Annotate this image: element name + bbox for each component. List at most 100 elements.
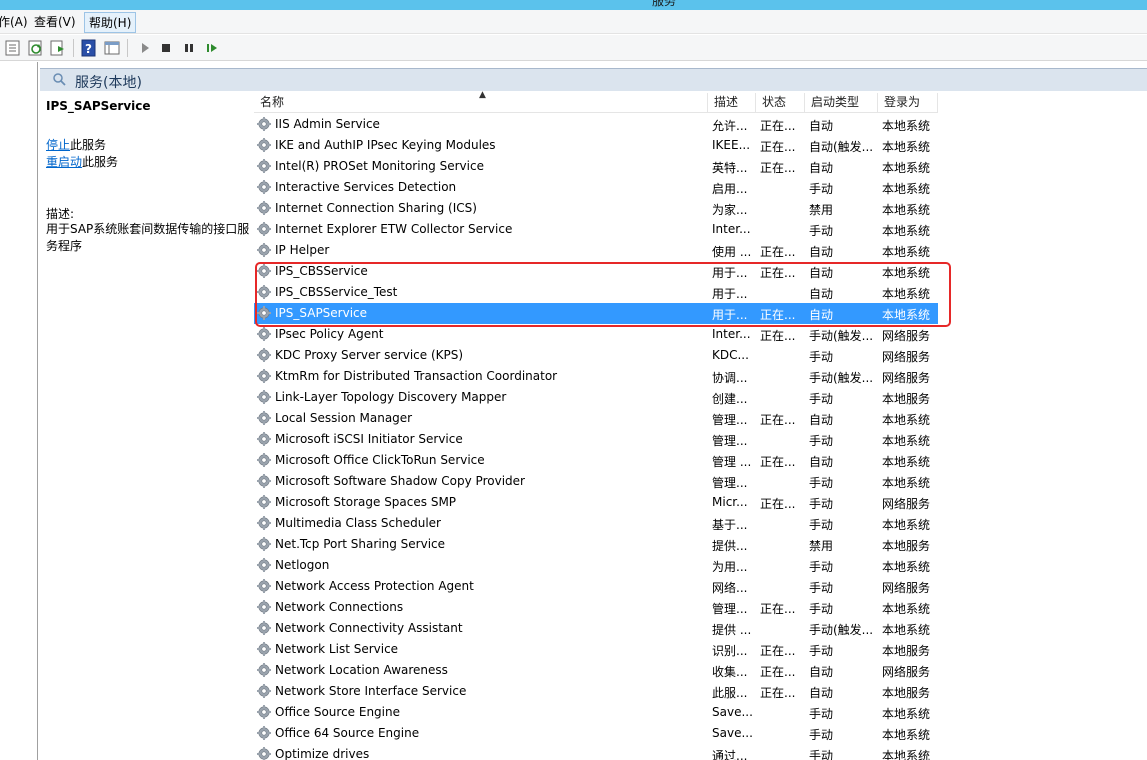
service-status: 正在... [760, 644, 796, 658]
service-row[interactable]: Internet Explorer ETW Collector Service I… [254, 219, 938, 240]
service-row[interactable]: Interactive Services Detection 启用... 手动 本地系… [254, 177, 938, 198]
gear-icon [256, 242, 272, 258]
service-row[interactable]: Internet Connection Sharing (ICS) 为家... 禁用… [254, 198, 938, 219]
service-startup-type: 自动 [809, 686, 834, 700]
service-description: 管理... [712, 602, 748, 616]
service-name: Office 64 Source Engine [275, 726, 420, 740]
service-row[interactable]: Network Store Interface Service 此服... 正在..… [254, 681, 938, 702]
service-name: Internet Explorer ETW Collector Service [275, 222, 513, 236]
column-header-description[interactable]: 描述 [708, 93, 756, 113]
service-description: 网络... [712, 581, 748, 595]
service-row[interactable]: IP Helper 使用 ... 正在... 自动 本地系统 [254, 240, 938, 261]
service-row[interactable]: Intel(R) PROSet Monitoring Service 英特... 正… [254, 156, 938, 177]
menu-action[interactable]: 作(A) [0, 12, 32, 33]
menu-view[interactable]: 查看(V) [30, 12, 80, 33]
service-startup-type: 自动 [809, 413, 834, 427]
service-row[interactable]: IPsec Policy Agent Inter... 正在... 手动(触发... 网… [254, 324, 938, 345]
properties-icon[interactable] [4, 39, 22, 57]
service-logon-as: 本地系统 [882, 476, 931, 490]
stop-service-suffix: 此服务 [70, 138, 107, 152]
gear-icon [256, 578, 272, 594]
resume-icon[interactable] [203, 39, 221, 57]
service-startup-type: 自动 [809, 665, 834, 679]
service-logon-as: 本地系统 [882, 455, 931, 469]
service-startup-type: 禁用 [809, 539, 834, 553]
service-logon-as: 本地系统 [882, 161, 931, 175]
column-header-description-label: 描述 [714, 95, 739, 109]
service-logon-as: 本地系统 [882, 413, 931, 427]
search-icon [52, 72, 68, 91]
service-logon-as: 本地服务 [882, 686, 931, 700]
service-logon-as: 本地服务 [882, 539, 931, 553]
column-header-logon-as[interactable]: 登录为 [878, 93, 938, 113]
service-description: 此服... [712, 686, 748, 700]
service-row[interactable]: Link-Layer Topology Discovery Mapper 创建..… [254, 387, 938, 408]
sort-ascending-icon: ▲ [479, 90, 486, 100]
service-row[interactable]: IIS Admin Service 允许... 正在... 自动 本地系统 [254, 114, 938, 135]
service-startup-type: 手动 [809, 224, 834, 238]
export-icon[interactable] [49, 39, 67, 57]
service-status: 正在... [760, 665, 796, 679]
service-name: Intel(R) PROSet Monitoring Service [275, 159, 484, 173]
service-row[interactable]: Microsoft iSCSI Initiator Service 管理... 手动… [254, 429, 938, 450]
service-startup-type: 手动 [809, 602, 834, 616]
service-row[interactable]: Optimize drives 通过... 手动 本地系统 [254, 744, 938, 760]
service-row[interactable]: Office 64 Source Engine Save... 手动 本地系统 [254, 723, 938, 744]
service-row[interactable]: Network Connectivity Assistant 提供 ... 手动(触… [254, 618, 938, 639]
service-name: Netlogon [275, 558, 330, 572]
menu-help[interactable]: 帮助(H) [84, 12, 137, 33]
refresh-icon[interactable] [27, 39, 45, 57]
restart-service-link[interactable]: 重启动 [46, 155, 82, 169]
start-icon[interactable] [136, 39, 154, 57]
column-header-name[interactable]: 名称 ▲ [254, 90, 708, 113]
service-description: 启用... [712, 182, 748, 196]
service-row[interactable]: KDC Proxy Server service (KPS) KDC... 手动 网络… [254, 345, 938, 366]
service-startup-type: 手动 [809, 560, 834, 574]
service-description: Inter... [712, 222, 751, 236]
service-name: Microsoft iSCSI Initiator Service [275, 432, 463, 446]
toolbar-separator [73, 39, 74, 57]
stop-icon[interactable] [157, 39, 175, 57]
service-status: 正在... [760, 686, 796, 700]
service-logon-as: 网络服务 [882, 497, 931, 511]
service-description: 提供... [712, 539, 748, 553]
service-row[interactable]: Microsoft Storage Spaces SMP Micr... 正在...… [254, 492, 938, 513]
service-name: Network Connectivity Assistant [275, 621, 463, 635]
help-icon[interactable]: ? [80, 39, 98, 57]
service-row[interactable]: Office Source Engine Save... 手动 本地系统 [254, 702, 938, 723]
column-header-startup-type[interactable]: 启动类型 [805, 93, 878, 113]
service-name: Microsoft Software Shadow Copy Provider [275, 474, 525, 488]
services-list[interactable]: 名称 ▲ 描述 状态 启动类型 登录为 IIS Admin Service 允许.… [252, 90, 1147, 760]
service-description: 允许... [712, 119, 748, 133]
service-row[interactable]: Local Session Manager 管理... 正在... 自动 本地系统 [254, 408, 938, 429]
service-logon-as: 网络服务 [882, 371, 931, 385]
service-row[interactable]: Microsoft Office ClickToRun Service 管理 ..… [254, 450, 938, 471]
stop-service-link[interactable]: 停止 [46, 138, 70, 152]
description-text: 用于SAP系统账套间数据传输的接口服务程序 [46, 222, 250, 253]
service-row[interactable]: IKE and AuthIP IPsec Keying Modules IKEE.… [254, 135, 938, 156]
console-tree[interactable] [0, 62, 38, 760]
service-row[interactable]: KtmRm for Distributed Transaction Coordi… [254, 366, 938, 387]
service-row[interactable]: Network Connections 管理... 正在... 手动 本地系统 [254, 597, 938, 618]
service-row[interactable]: Multimedia Class Scheduler 基于... 手动 本地系统 [254, 513, 938, 534]
service-name: IPsec Policy Agent [275, 327, 384, 341]
gear-icon [256, 158, 272, 174]
service-row[interactable]: Netlogon 为用... 手动 本地系统 [254, 555, 938, 576]
service-row[interactable]: Network Location Awareness 收集... 正在... 自动 网络… [254, 660, 938, 681]
service-name: Network Location Awareness [275, 663, 448, 677]
column-header-status[interactable]: 状态 [756, 93, 805, 113]
view-icon[interactable] [103, 39, 121, 57]
service-description: 管理... [712, 476, 748, 490]
gear-icon [256, 221, 272, 237]
service-row[interactable]: Network List Service 识别... 正在... 手动 本地服务 [254, 639, 938, 660]
service-row[interactable]: Network Access Protection Agent 网络... 手动 网络… [254, 576, 938, 597]
service-description: 使用 ... [712, 245, 752, 259]
service-logon-as: 本地系统 [882, 245, 931, 259]
pause-icon[interactable] [180, 39, 198, 57]
service-row[interactable]: Net.Tcp Port Sharing Service 提供... 禁用 本地服务 [254, 534, 938, 555]
gear-icon [256, 368, 272, 384]
service-description: 为家... [712, 203, 748, 217]
service-status: 正在... [760, 140, 796, 154]
service-status: 正在... [760, 497, 796, 511]
service-row[interactable]: Microsoft Software Shadow Copy Provider 管… [254, 471, 938, 492]
